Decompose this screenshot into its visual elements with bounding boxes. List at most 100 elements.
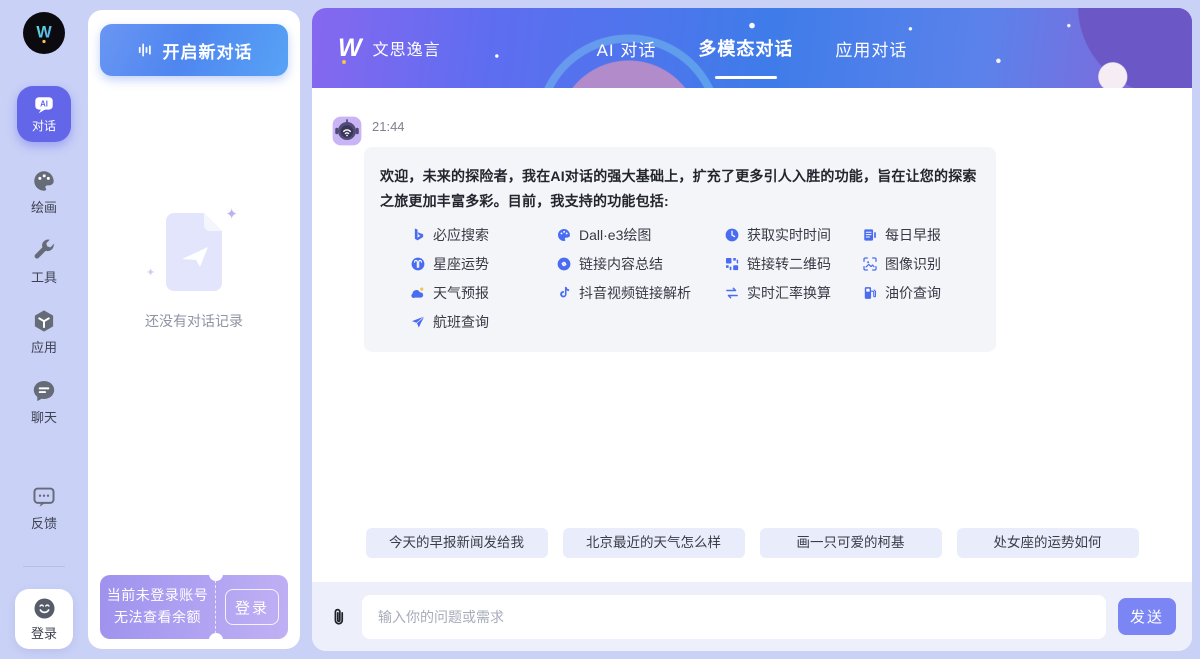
feature-item: 星座运势 bbox=[410, 254, 556, 274]
message-input[interactable] bbox=[362, 595, 1106, 639]
exchange-icon bbox=[724, 285, 740, 301]
feature-label: 实时汇率换算 bbox=[747, 283, 831, 303]
feature-label: 星座运势 bbox=[433, 254, 489, 274]
feature-label: 油价查询 bbox=[885, 283, 941, 303]
feature-item: 油价查询 bbox=[862, 283, 980, 303]
feature-item: Dall·e3绘图 bbox=[556, 225, 724, 245]
app-logo: W bbox=[23, 12, 65, 54]
empty-document-icon: ✦ ✦ bbox=[158, 211, 230, 293]
feature-item: 抖音视频链接解析 bbox=[556, 283, 724, 303]
login-button[interactable]: 登录 bbox=[225, 589, 279, 625]
feature-label: 获取实时时间 bbox=[747, 225, 831, 245]
sidebar-item-label: 应用 bbox=[31, 337, 57, 356]
qrcode-icon bbox=[724, 256, 740, 272]
feature-label: 必应搜索 bbox=[433, 225, 489, 245]
conversation-panel: 开启新对话 ✦ ✦ 还没有对话记录 当前未登录账号 无法查看余额 登录 bbox=[88, 10, 300, 649]
sidebar-item-label: 对话 bbox=[32, 117, 56, 134]
sidebar-item-apps[interactable]: 应用 bbox=[17, 308, 71, 356]
suggested-prompt[interactable]: 处女座的运势如何 bbox=[957, 528, 1139, 558]
header-tabs: AI 对话 多模态对话 应用对话 bbox=[312, 8, 1192, 88]
flight-icon bbox=[410, 314, 426, 330]
sparkle-icon: ✦ bbox=[225, 205, 238, 223]
chat-bubble-icon bbox=[31, 378, 57, 404]
message-timestamp: 21:44 bbox=[372, 119, 996, 134]
send-button[interactable]: 发送 bbox=[1118, 598, 1176, 635]
feature-label: 链接内容总结 bbox=[579, 254, 663, 274]
sidebar-item-label: 反馈 bbox=[31, 513, 57, 532]
aries-icon bbox=[410, 256, 426, 272]
sidebar-item-label: 绘画 bbox=[31, 197, 57, 216]
feature-label: Dall·e3绘图 bbox=[579, 225, 651, 245]
feature-label: 抖音视频链接解析 bbox=[579, 283, 691, 303]
sidebar-item-talk[interactable]: 聊天 bbox=[17, 378, 71, 426]
rail-divider bbox=[23, 566, 65, 567]
login-label: 登录 bbox=[31, 623, 57, 642]
feature-label: 每日早报 bbox=[885, 225, 941, 245]
feature-item: 实时汇率换算 bbox=[724, 283, 862, 303]
sidebar-item-draw[interactable]: 绘画 bbox=[17, 168, 71, 216]
link-icon bbox=[556, 256, 572, 272]
palette-art-icon bbox=[556, 227, 572, 243]
feature-item: 航班查询 bbox=[410, 312, 556, 332]
sidebar-item-label: 聊天 bbox=[31, 407, 57, 426]
clock-icon bbox=[724, 227, 740, 243]
feature-label: 图像识别 bbox=[885, 254, 941, 274]
newspaper-icon bbox=[862, 227, 878, 243]
feature-label: 天气预报 bbox=[433, 283, 489, 303]
main-area: W 文思逸言 AI 对话 多模态对话 应用对话 bbox=[312, 8, 1192, 651]
tab-ai[interactable]: AI 对话 bbox=[597, 30, 657, 67]
sidebar-item-feedback[interactable]: 反馈 bbox=[31, 484, 57, 532]
feature-item: 图像识别 bbox=[862, 254, 980, 274]
suggested-prompts: 今天的早报新闻发给我北京最近的天气怎么样画一只可爱的柯基处女座的运势如何 bbox=[312, 528, 1192, 558]
feature-grid: 必应搜索 Dall·e3绘图 获取实时时间 每日早报星座运势 链接内容总结 链接转二维码 图… bbox=[410, 225, 980, 332]
ticket-notch bbox=[209, 633, 223, 647]
sidebar-item-tools[interactable]: 工具 bbox=[17, 238, 71, 286]
image-recognition-icon bbox=[862, 256, 878, 272]
empty-state-text: 还没有对话记录 bbox=[145, 311, 243, 331]
fuel-icon bbox=[862, 285, 878, 301]
sidebar-item-chat[interactable]: AI 对话 bbox=[17, 86, 71, 142]
smiley-icon bbox=[32, 596, 57, 621]
ticket-notch bbox=[209, 567, 223, 581]
attachment-icon[interactable] bbox=[328, 606, 350, 628]
sidebar-login-button[interactable]: 登录 bbox=[15, 589, 73, 649]
cube-icon bbox=[31, 308, 57, 334]
weather-icon bbox=[410, 285, 426, 301]
composer-bar: 发送 bbox=[312, 582, 1192, 651]
brand: W 文思逸言 bbox=[338, 36, 441, 61]
suggested-prompt[interactable]: 今天的早报新闻发给我 bbox=[366, 528, 548, 558]
suggested-prompt[interactable]: 画一只可爱的柯基 bbox=[760, 528, 942, 558]
brand-w-icon: W bbox=[338, 36, 363, 61]
tab-app[interactable]: 应用对话 bbox=[835, 30, 907, 67]
sidebar-item-label: 工具 bbox=[31, 267, 57, 286]
feature-item: 获取实时时间 bbox=[724, 225, 862, 245]
feature-item: 每日早报 bbox=[862, 225, 980, 245]
feedback-icon bbox=[31, 484, 57, 510]
tiktok-icon bbox=[556, 285, 572, 301]
feature-label: 航班查询 bbox=[433, 312, 489, 332]
svg-text:AI: AI bbox=[40, 99, 48, 108]
svg-text:W: W bbox=[36, 23, 52, 41]
bing-icon bbox=[410, 227, 426, 243]
tab-multimodal[interactable]: 多模态对话 bbox=[698, 29, 793, 67]
chat-content: 21:44 欢迎，未来的探险者，我在AI对话的强大基础上，扩充了更多引人入胜的功… bbox=[312, 88, 1192, 582]
suggested-prompt[interactable]: 北京最近的天气怎么样 bbox=[563, 528, 745, 558]
app-root: W AI对话绘画工具应用聊天 反馈 登录 开启新对话 ✦ ✦ bbox=[0, 0, 1200, 659]
brand-name: 文思逸言 bbox=[373, 36, 441, 60]
login-notice-card: 当前未登录账号 无法查看余额 登录 bbox=[100, 575, 288, 639]
feature-label: 链接转二维码 bbox=[747, 254, 831, 274]
feature-item: 链接转二维码 bbox=[724, 254, 862, 274]
welcome-text: 欢迎，未来的探险者，我在AI对话的强大基础上，扩充了更多引人入胜的功能，旨在让您… bbox=[380, 164, 980, 213]
assistant-message: 21:44 欢迎，未来的探险者，我在AI对话的强大基础上，扩充了更多引人入胜的功… bbox=[312, 88, 1192, 352]
left-rail: W AI 对话绘画工具应用聊天 反馈 登录 bbox=[0, 0, 88, 659]
w-logo-icon: W bbox=[29, 18, 59, 48]
feature-item: 必应搜索 bbox=[410, 225, 556, 245]
ai-chat-icon: AI bbox=[33, 94, 55, 116]
palette-icon bbox=[31, 168, 57, 194]
ticket-divider bbox=[215, 575, 216, 639]
primary-nav: AI 对话绘画工具应用聊天 bbox=[17, 86, 71, 448]
feature-item: 天气预报 bbox=[410, 283, 556, 303]
main-header: W 文思逸言 AI 对话 多模态对话 应用对话 bbox=[312, 8, 1192, 88]
assistant-avatar bbox=[332, 116, 362, 146]
sparkle-icon: ✦ bbox=[146, 266, 155, 279]
